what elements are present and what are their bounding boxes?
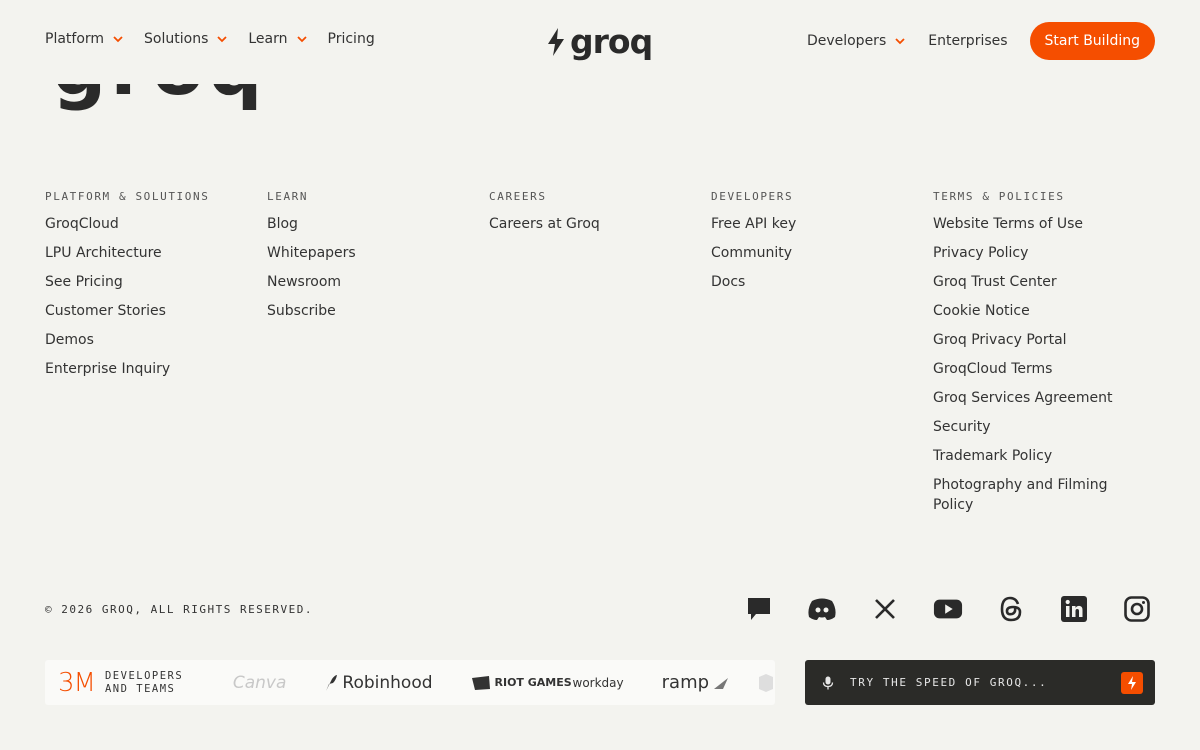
microphone-icon[interactable] xyxy=(822,676,834,690)
footer-link[interactable]: Newsroom xyxy=(267,272,457,292)
column-title: DEVELOPERS xyxy=(711,190,794,203)
column-title: TERMS & POLICIES xyxy=(933,190,1065,203)
brand-name: ramp xyxy=(661,672,710,693)
footer-link[interactable]: Groq Services Agreement xyxy=(933,388,1123,408)
footer-link[interactable]: Careers at Groq xyxy=(489,214,679,234)
footer-link[interactable]: Blog xyxy=(267,214,457,234)
brand-logo-canva: Canva xyxy=(232,672,287,693)
nav-developers[interactable]: Developers xyxy=(807,33,906,49)
nav-platform-label: Platform xyxy=(45,31,105,47)
footer-link[interactable]: LPU Architecture xyxy=(45,243,235,263)
instagram-icon[interactable] xyxy=(1122,594,1152,624)
footer-link[interactable]: GroqCloud xyxy=(45,214,235,234)
footer-columns: PLATFORM & SOLUTIONS GroqCloud LPU Archi… xyxy=(45,190,1155,524)
nav-learn[interactable]: Learn xyxy=(248,31,307,47)
groq-logo[interactable]: groq xyxy=(546,22,653,61)
footer-link[interactable]: Groq Trust Center xyxy=(933,272,1123,292)
column-learn: LEARN Blog Whitepapers Newsroom Subscrib… xyxy=(267,190,489,524)
chevron-down-icon xyxy=(217,36,228,43)
threads-icon[interactable] xyxy=(996,594,1026,624)
column-platform: PLATFORM & SOLUTIONS GroqCloud LPU Archi… xyxy=(45,190,267,524)
copyright: © 2026 GROQ, ALL RIGHTS RESERVED. xyxy=(45,603,314,616)
column-title: CAREERS xyxy=(489,190,547,203)
column-careers: CAREERS Careers at Groq xyxy=(489,190,711,524)
brand-name: Robinhood xyxy=(342,672,433,693)
footer-link[interactable]: Trademark Policy xyxy=(933,446,1123,466)
footer-link[interactable]: Website Terms of Use xyxy=(933,214,1123,234)
brand-logo-ramp: ramp xyxy=(662,672,729,693)
footer-link[interactable]: Community xyxy=(711,243,901,263)
footer-link[interactable]: Groq Privacy Portal xyxy=(933,330,1123,350)
footer-link[interactable]: See Pricing xyxy=(45,272,235,292)
developer-count: 3M xyxy=(58,667,96,698)
brand-logo-robinhood: Robinhood xyxy=(324,672,433,693)
try-groq-input[interactable]: TRY THE SPEED OF GROQ... xyxy=(805,660,1155,705)
brand-logo-workday: workday xyxy=(572,675,624,690)
footer-link[interactable]: Customer Stories xyxy=(45,301,235,321)
nav-platform[interactable]: Platform xyxy=(45,31,124,47)
x-icon[interactable] xyxy=(870,594,900,624)
footer-link[interactable]: Enterprise Inquiry xyxy=(45,359,235,379)
social-links xyxy=(744,594,1152,624)
nav-enterprises-label: Enterprises xyxy=(928,33,1008,49)
brand-logo-faded xyxy=(759,673,774,692)
customer-logo-strip: 3M DEVELOPERS AND TEAMS Canva Robinhood … xyxy=(45,660,775,705)
ramp-icon xyxy=(714,677,729,689)
fist-icon xyxy=(471,675,490,690)
column-terms: TERMS & POLICIES Website Terms of Use Pr… xyxy=(933,190,1155,524)
nav-enterprises[interactable]: Enterprises xyxy=(928,33,1007,49)
start-building-button[interactable]: Start Building xyxy=(1029,22,1155,60)
footer-link[interactable]: Subscribe xyxy=(267,301,457,321)
footer-link[interactable]: Security xyxy=(933,417,1123,437)
chevron-down-icon xyxy=(113,36,123,43)
site-header: Platform Solutions Learn Pricing groq De… xyxy=(0,0,1200,84)
try-groq-placeholder: TRY THE SPEED OF GROQ... xyxy=(850,676,1048,689)
bolt-icon xyxy=(548,28,564,56)
chat-icon[interactable] xyxy=(744,594,774,624)
secondary-nav: Developers Enterprises Start Building xyxy=(807,22,1155,60)
footer-link[interactable]: Photography and Filming Policy xyxy=(933,475,1123,515)
discord-icon[interactable] xyxy=(807,594,837,624)
youtube-icon[interactable] xyxy=(933,594,963,624)
send-button[interactable] xyxy=(1121,672,1143,694)
primary-nav: Platform Solutions Learn Pricing xyxy=(45,31,375,47)
nav-solutions[interactable]: Solutions xyxy=(144,31,228,47)
chevron-down-icon xyxy=(895,38,905,45)
footer-link[interactable]: Whitepapers xyxy=(267,243,457,263)
column-title: LEARN xyxy=(267,190,309,203)
column-developers: DEVELOPERS Free API key Community Docs xyxy=(711,190,933,524)
footer-link[interactable]: GroqCloud Terms xyxy=(933,359,1123,379)
bolt-icon xyxy=(1128,676,1136,690)
chevron-down-icon xyxy=(296,36,307,43)
brand-logo-riot: RIOT GAMES xyxy=(471,675,572,691)
nav-pricing-label: Pricing xyxy=(327,31,375,47)
linkedin-icon[interactable] xyxy=(1059,594,1089,624)
logo-text: groq xyxy=(570,22,653,61)
footer-link[interactable]: Free API key xyxy=(711,214,901,234)
nav-solutions-label: Solutions xyxy=(144,31,209,47)
footer-link[interactable]: Docs xyxy=(711,272,901,292)
feather-icon xyxy=(326,674,338,691)
nav-developers-label: Developers xyxy=(806,33,887,49)
footer-link[interactable]: Demos xyxy=(45,330,235,350)
footer-link[interactable]: Cookie Notice xyxy=(933,301,1123,321)
column-title: PLATFORM & SOLUTIONS xyxy=(45,190,210,203)
developer-count-label: DEVELOPERS AND TEAMS xyxy=(104,669,184,695)
brand-name: RIOT GAMES xyxy=(494,676,572,689)
nav-pricing[interactable]: Pricing xyxy=(328,31,375,47)
footer-link[interactable]: Privacy Policy xyxy=(933,243,1123,263)
nav-learn-label: Learn xyxy=(248,31,288,47)
